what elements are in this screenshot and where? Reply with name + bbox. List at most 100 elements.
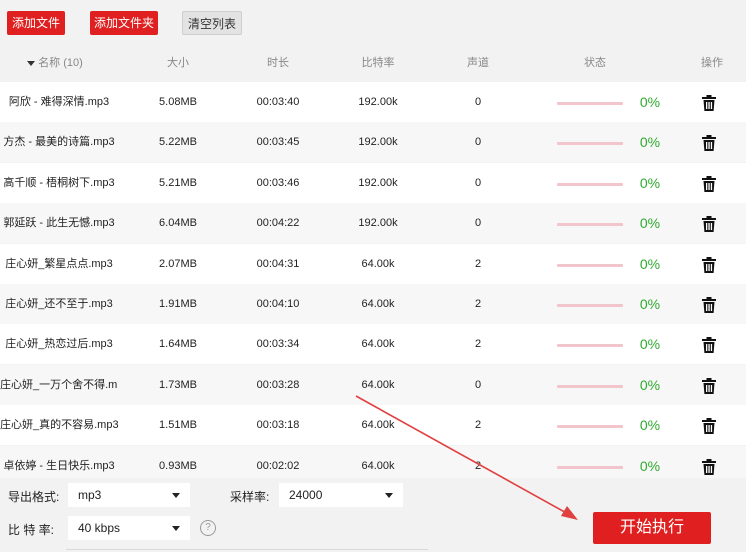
file-size: 1.64MB (159, 338, 197, 351)
file-channels: 2 (474, 338, 482, 351)
trash-icon[interactable] (702, 135, 716, 152)
table-row[interactable]: 庄心妍_繁星点点.mp3 2.07MB 00:04:31 64.00k 2 0% (0, 243, 746, 284)
file-duration: 00:03:34 (256, 338, 300, 351)
trash-icon[interactable] (702, 297, 716, 313)
sort-desc-icon (27, 60, 36, 66)
export-format-value: mp3 (78, 488, 102, 502)
progress-percent: 0% (639, 94, 661, 110)
file-channels: 0 (474, 176, 482, 189)
table-row[interactable]: 方杰 - 最美的诗篇.mp3 5.22MB 00:03:45 192.00k 0 0% (0, 122, 746, 163)
export-format-label: 导出格式: (8, 490, 60, 504)
file-duration: 00:04:10 (256, 298, 300, 310)
table-row[interactable]: 庄心妍_热恋过后.mp3 1.64MB 00:03:34 64.00k 2 0% (0, 324, 746, 365)
bitrate-value: 40 kbps (78, 521, 121, 535)
file-name: 庄心妍_真的不容易.mp3 (0, 419, 118, 432)
trash-icon[interactable] (702, 256, 716, 273)
progress-bar (557, 465, 623, 469)
file-size: 1.73MB (159, 378, 197, 391)
file-name: 卓依婷 - 生日快乐.mp3 (3, 459, 115, 472)
clear-list-button[interactable]: 清空列表 (182, 11, 242, 35)
file-name: 阿欣 - 难得深情.mp3 (8, 96, 110, 108)
progress-percent: 0% (639, 296, 661, 312)
progress-percent: 0% (639, 255, 661, 272)
toolbar: 添加文件 添加文件夹 清空列表 (0, 0, 746, 44)
trash-icon[interactable] (702, 337, 716, 354)
column-name[interactable]: 名称 (10) (0, 44, 110, 82)
chevron-down-icon (385, 493, 393, 498)
file-channels: 0 (474, 136, 482, 149)
progress-percent: 0% (639, 417, 661, 434)
file-bitrate: 192.00k (358, 96, 398, 108)
file-size: 5.22MB (159, 136, 197, 149)
file-bitrate: 64.00k (361, 378, 395, 391)
file-duration: 00:04:22 (256, 217, 300, 230)
trash-icon[interactable] (702, 458, 716, 475)
footer-settings: 导出格式: mp3 采样率: 24000 比 特 率: 40 kbps ? 开始… (0, 478, 746, 552)
table-row[interactable]: 庄心妍_真的不容易.mp3 1.51MB 00:03:18 64.00k 2 0% (0, 405, 746, 446)
file-name: 庄心妍_还不至于.mp3 (5, 298, 113, 310)
start-button[interactable]: 开始执行 (593, 512, 711, 544)
file-bitrate: 64.00k (361, 298, 395, 310)
table-row[interactable]: 郭延跃 - 此生无憾.mp3 6.04MB 00:04:22 192.00k 0 0% (0, 203, 746, 244)
file-duration: 00:02:02 (256, 459, 300, 472)
table-row[interactable]: 阿欣 - 难得深情.mp3 5.08MB 00:03:40 192.00k 0 0% (0, 82, 746, 122)
file-duration: 00:03:28 (256, 378, 300, 391)
table-row[interactable]: 卓依婷 - 生日快乐.mp3 0.93MB 00:02:02 64.00k 2 0% (0, 445, 746, 478)
sample-rate-label: 采样率: (230, 490, 270, 504)
file-table: 阿欣 - 难得深情.mp3 5.08MB 00:03:40 192.00k 0 0% 方杰 … (0, 82, 746, 478)
progress-bar (557, 223, 623, 227)
bitrate-select[interactable]: 40 kbps (68, 516, 190, 540)
file-bitrate: 192.00k (358, 217, 398, 230)
column-action: 操作 (701, 57, 723, 69)
trash-icon[interactable] (702, 95, 716, 111)
file-channels: 0 (474, 378, 482, 391)
trash-icon[interactable] (702, 418, 716, 435)
file-size: 5.21MB (159, 176, 197, 189)
sample-rate-select[interactable]: 24000 (279, 483, 403, 507)
column-status: 状态 (584, 57, 606, 69)
column-name-label: 名称 (10) (38, 57, 83, 69)
file-name: 庄心妍_热恋过后.mp3 (5, 338, 113, 351)
file-duration: 00:03:18 (256, 419, 300, 432)
file-size: 1.51MB (159, 419, 197, 432)
progress-bar (557, 425, 623, 429)
file-name: 方杰 - 最美的诗篇.mp3 (3, 136, 115, 149)
file-duration: 00:03:46 (256, 176, 300, 189)
file-bitrate: 192.00k (358, 136, 398, 149)
trash-icon[interactable] (702, 216, 716, 233)
file-duration: 00:03:45 (256, 136, 300, 149)
table-row[interactable]: 庄心妍_一万个舍不得.mp3 1.73MB 00:03:28 64.00k 0 0% (0, 364, 746, 405)
table-row[interactable]: 庄心妍_还不至于.mp3 1.91MB 00:04:10 64.00k 2 0% (0, 284, 746, 324)
file-bitrate: 64.00k (361, 419, 395, 432)
file-name: 郭延跃 - 此生无憾.mp3 (3, 217, 115, 230)
file-channels: 2 (474, 459, 482, 472)
export-format-select[interactable]: mp3 (68, 483, 190, 507)
file-name: 高千顺 - 梧桐树下.mp3 (3, 176, 115, 189)
progress-percent: 0% (639, 134, 661, 151)
bitrate-label: 比 特 率: (8, 523, 55, 537)
file-size: 5.08MB (159, 96, 197, 108)
progress-percent: 0% (639, 457, 661, 474)
file-bitrate: 64.00k (361, 459, 395, 472)
file-duration: 00:04:31 (256, 257, 300, 270)
file-channels: 2 (474, 298, 482, 310)
progress-percent: 0% (639, 215, 661, 232)
trash-icon[interactable] (702, 377, 716, 394)
file-size: 6.04MB (159, 217, 197, 230)
divider (66, 549, 428, 550)
add-file-button[interactable]: 添加文件 (7, 11, 65, 35)
question-icon[interactable]: ? (200, 520, 216, 536)
chevron-down-icon (172, 526, 180, 531)
table-header: 名称 (10) 大小 时长 比特率 声道 状态 操作 (0, 44, 746, 82)
add-folder-button[interactable]: 添加文件夹 (90, 11, 158, 35)
column-duration: 时长 (267, 57, 289, 69)
table-row[interactable]: 高千顺 - 梧桐树下.mp3 5.21MB 00:03:46 192.00k 0 0% (0, 162, 746, 203)
file-duration: 00:03:40 (256, 96, 300, 108)
sample-rate-value: 24000 (289, 488, 323, 502)
column-size: 大小 (167, 57, 189, 69)
trash-icon[interactable] (702, 175, 716, 192)
file-size: 0.93MB (159, 459, 197, 472)
progress-percent: 0% (639, 174, 661, 191)
progress-bar (557, 344, 623, 348)
progress-bar (557, 142, 623, 146)
